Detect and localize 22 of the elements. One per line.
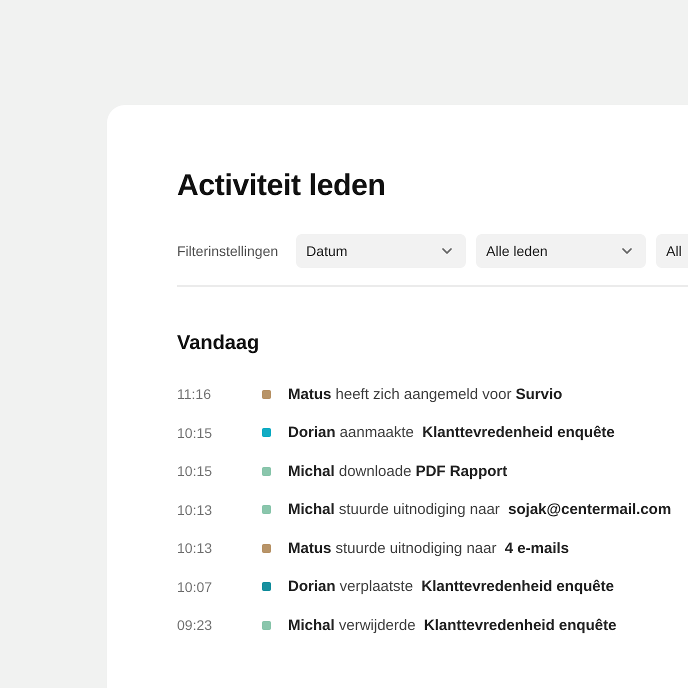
activity-text: Dorian aanmaakte Klanttevredenheid enquête xyxy=(288,424,615,442)
filter-label: Filterinstellingen xyxy=(177,243,278,259)
activity-time: 10:15 xyxy=(177,463,214,480)
activity-text: Matus stuurde uitnodiging naar 4 e-mails xyxy=(288,540,570,557)
activity-text: Dorian verplaatste Klanttevredenheid enquête xyxy=(288,578,614,596)
activity-text: Matus heeft zich aangemeld voor Survio xyxy=(288,386,562,403)
activity-time: 10:13 xyxy=(177,502,214,518)
activity-text: Michal stuurde uitnodiging naar sojak@centermail.com xyxy=(288,501,672,518)
filter-dropdown[interactable]: Datum xyxy=(296,234,466,268)
filter-dropdown[interactable]: Alle leden xyxy=(476,234,646,268)
page-title: Activiteit leden xyxy=(177,169,387,203)
activity-text: Michal verwijderde Klanttevredenheid enquête xyxy=(288,616,616,634)
section-heading: Vandaag xyxy=(177,332,260,355)
activity-time: 11:16 xyxy=(177,386,212,402)
activity-text: Michal downloade PDF Rapport xyxy=(288,462,508,480)
chevron-down-icon xyxy=(442,248,452,254)
activity-time: 10:13 xyxy=(177,540,214,556)
activity-time: 10:07 xyxy=(177,578,214,595)
activity-time: 09:23 xyxy=(177,617,214,634)
chevron-down-icon xyxy=(622,248,632,254)
filter-dropdown[interactable]: All xyxy=(656,234,688,268)
activity-time: 10:15 xyxy=(177,424,214,441)
